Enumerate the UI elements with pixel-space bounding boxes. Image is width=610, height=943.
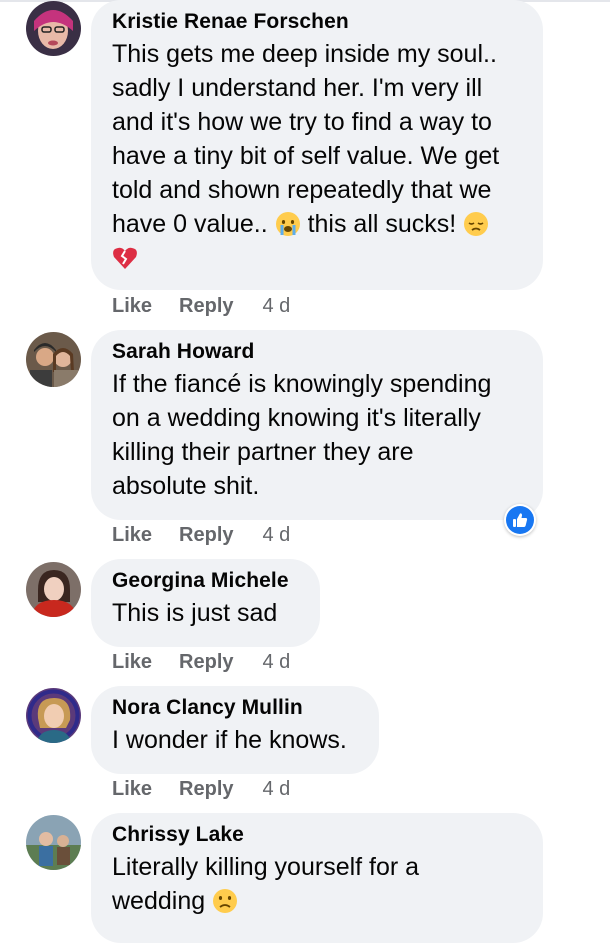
avatar[interactable] [26, 1, 81, 56]
disappointed-face-icon [464, 212, 489, 236]
comment-timestamp[interactable]: 4 d [263, 651, 291, 674]
comment-timestamp[interactable]: 4 d [263, 778, 291, 801]
like-button[interactable]: Like [112, 778, 152, 801]
text-line: have 0 value.. [112, 210, 275, 238]
avatar[interactable] [26, 815, 81, 870]
text-line: If the fiancé is knowingly spending [112, 370, 492, 398]
comment-timestamp[interactable]: 4 d [263, 295, 291, 318]
text-line: absolute shit. [112, 472, 260, 500]
reply-button[interactable]: Reply [179, 778, 233, 801]
comment-text: This gets me deep inside my soul.. sadly… [112, 37, 521, 275]
like-button[interactable]: Like [112, 651, 152, 674]
comment-actions: Like Reply 4 d [112, 778, 290, 801]
reply-button[interactable]: Reply [179, 651, 233, 674]
thumbs-up-icon [513, 513, 528, 527]
text-line: This gets me deep inside my soul.. [112, 40, 497, 68]
comment-bubble: Sarah Howard If the fiancé is knowingly … [91, 330, 543, 520]
comment-timestamp[interactable]: 4 d [263, 524, 291, 547]
reply-button[interactable]: Reply [179, 524, 233, 547]
crying-face-icon [275, 212, 300, 236]
like-button[interactable]: Like [112, 524, 152, 547]
comment-text: Literally killing yourself for a wedding [112, 850, 521, 918]
broken-heart-icon [113, 247, 137, 269]
text-line: this all sucks! [300, 210, 464, 238]
text-line: sadly I understand her. I'm very ill [112, 74, 483, 102]
like-reaction-icon[interactable] [504, 504, 536, 536]
comment-author[interactable]: Chrissy Lake [112, 823, 521, 847]
comment-text: This is just sad [112, 596, 298, 630]
text-line: on a wedding knowing it's literally [112, 404, 481, 432]
text-line: Literally killing yourself for a [112, 853, 420, 881]
comment-bubble: Kristie Renae Forschen This gets me deep… [91, 0, 543, 290]
reply-button[interactable]: Reply [179, 295, 233, 318]
comment-text: If the fiancé is knowingly spending on a… [112, 367, 521, 503]
comment-text: I wonder if he knows. [112, 723, 357, 757]
comment-author[interactable]: Georgina Michele [112, 569, 298, 593]
comment-bubble: Chrissy Lake Literally killing yourself … [91, 813, 543, 943]
comment-author[interactable]: Sarah Howard [112, 340, 521, 364]
comment-actions: Like Reply 4 d [112, 295, 290, 318]
comment-bubble: Georgina Michele This is just sad [91, 559, 320, 647]
text-line: told and shown repeatedly that we [112, 176, 492, 204]
comment-actions: Like Reply 4 d [112, 524, 290, 547]
avatar[interactable] [26, 332, 81, 387]
comment-author[interactable]: Nora Clancy Mullin [112, 696, 357, 720]
text-line: killing their partner they are [112, 438, 414, 466]
avatar[interactable] [26, 562, 81, 617]
comment-actions: Like Reply 4 d [112, 651, 290, 674]
like-reaction-circle [506, 506, 534, 534]
text-line: This is just sad [112, 599, 278, 627]
like-button[interactable]: Like [112, 295, 152, 318]
avatar[interactable] [26, 688, 81, 743]
text-line: wedding [112, 887, 213, 915]
comment-bubble: Nora Clancy Mullin I wonder if he knows. [91, 686, 379, 774]
text-line: I wonder if he knows. [112, 726, 347, 754]
frowning-face-icon [213, 889, 238, 913]
text-line: have a tiny bit of self value. We get [112, 142, 500, 170]
comment-author[interactable]: Kristie Renae Forschen [112, 10, 521, 34]
text-line: and it's how we try to find a way to [112, 108, 492, 136]
